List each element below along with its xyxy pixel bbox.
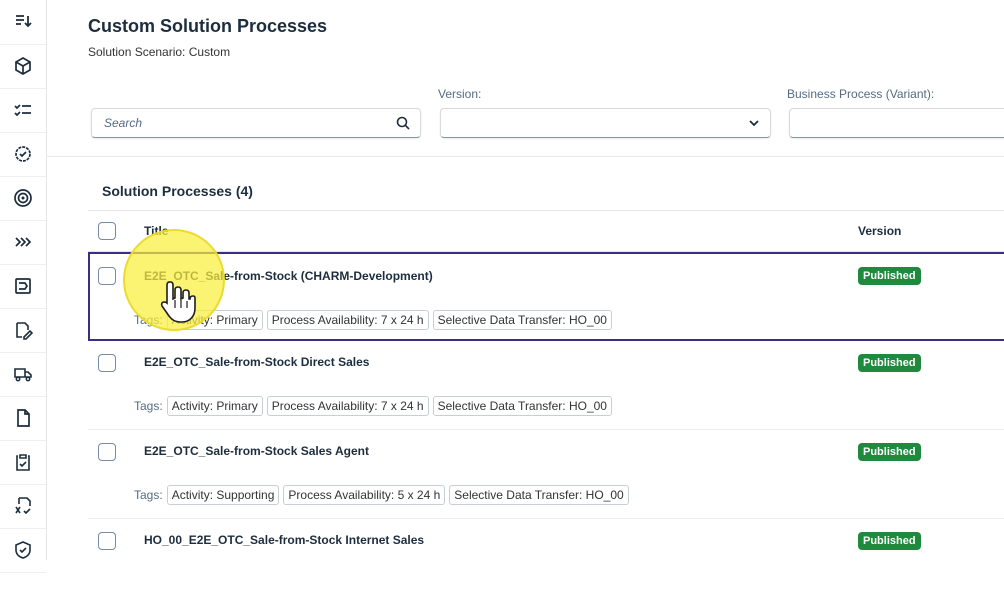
rail-item-shield[interactable] <box>0 528 46 573</box>
cube-icon <box>15 57 31 75</box>
rail-item-chevrons[interactable] <box>0 220 46 265</box>
filter-list-icon <box>16 15 32 28</box>
row-checkbox[interactable] <box>98 354 116 372</box>
search-input[interactable] <box>102 115 396 131</box>
status-badge: Published <box>858 354 921 372</box>
row-tags: Tags: Activity: Primary Process Availabi… <box>134 396 612 416</box>
tag-data-transfer[interactable]: Selective Data Transfer: HO_00 <box>432 310 612 330</box>
row-checkbox[interactable] <box>98 532 116 550</box>
status-badge: Published <box>858 443 921 461</box>
table-title: Solution Processes (4) <box>102 183 253 199</box>
version-label: Version: <box>438 87 482 101</box>
formula-check-icon <box>15 497 31 515</box>
rail-item-truck[interactable] <box>0 352 46 397</box>
row-tags: Tags: Activity: Supporting Process Avail… <box>134 485 629 505</box>
tag-activity[interactable]: Activity: Supporting <box>166 485 280 505</box>
status-badge: Published <box>858 267 921 285</box>
page-subtitle: Solution Scenario: Custom <box>88 45 231 59</box>
document-icon <box>17 409 30 427</box>
tag-data-transfer[interactable]: Selective Data Transfer: HO_00 <box>449 485 629 505</box>
status-badge: Published <box>858 532 921 550</box>
rail-item-badge[interactable] <box>0 132 46 177</box>
tag-data-transfer[interactable]: Selective Data Transfer: HO_00 <box>432 396 612 416</box>
search-icon[interactable] <box>396 116 410 130</box>
table-header-row: Title Version <box>88 210 1004 252</box>
search-field[interactable] <box>91 108 421 138</box>
rail-item-target[interactable] <box>0 176 46 221</box>
table-row[interactable]: E2E_OTC_Sale-from-Stock (CHARM-Developme… <box>88 252 1004 341</box>
shield-check-icon <box>15 541 31 559</box>
rail-item-filter[interactable] <box>0 0 46 45</box>
row-title[interactable]: E2E_OTC_Sale-from-Stock Sales Agent <box>144 444 369 458</box>
page-title: Custom Solution Processes <box>88 16 328 36</box>
row-title[interactable]: HO_00_E2E_OTC_Sale-from-Stock Internet S… <box>144 533 424 547</box>
tags-label: Tags: <box>134 399 163 413</box>
process-icon <box>15 278 31 294</box>
edit-document-icon <box>16 322 33 340</box>
section-divider <box>46 156 1004 157</box>
chevron-down-icon <box>749 120 759 127</box>
rail-item-clipboard[interactable] <box>0 440 46 485</box>
rail-item-document[interactable] <box>0 396 46 441</box>
tag-availability[interactable]: Process Availability: 5 x 24 h <box>283 485 446 505</box>
badge-check-icon <box>15 146 31 162</box>
row-checkbox[interactable] <box>98 267 116 285</box>
truck-icon <box>14 368 32 382</box>
rail-item-formula[interactable] <box>0 484 46 529</box>
tag-availability[interactable]: Process Availability: 7 x 24 h <box>266 396 429 416</box>
select-all-checkbox[interactable] <box>98 222 116 240</box>
rail-item-cube[interactable] <box>0 44 46 89</box>
hand-pointer-icon <box>160 281 196 323</box>
checklist-icon <box>14 104 31 117</box>
business-process-select[interactable] <box>789 108 1004 138</box>
table-row[interactable]: E2E_OTC_Sale-from-Stock Direct Sales Pub… <box>88 341 1004 430</box>
row-checkbox[interactable] <box>98 443 116 461</box>
rail-item-edit[interactable] <box>0 308 46 353</box>
target-icon <box>14 189 32 207</box>
table-row[interactable]: E2E_OTC_Sale-from-Stock Sales Agent Publ… <box>88 430 1004 519</box>
rail-item-process[interactable] <box>0 264 46 309</box>
row-title[interactable]: E2E_OTC_Sale-from-Stock Direct Sales <box>144 355 369 369</box>
business-process-label: Business Process (Variant): <box>787 87 935 101</box>
rail-item-checklist[interactable] <box>0 88 46 133</box>
tag-availability[interactable]: Process Availability: 7 x 24 h <box>266 310 429 330</box>
chevrons-right-icon <box>15 237 32 247</box>
side-navigation-rail <box>0 0 47 573</box>
tags-label: Tags: <box>134 488 163 502</box>
clipboard-check-icon <box>16 454 30 471</box>
column-header-version[interactable]: Version <box>858 224 901 238</box>
tag-activity[interactable]: Activity: Primary <box>166 396 263 416</box>
version-select[interactable] <box>440 108 771 138</box>
table-row[interactable]: HO_00_E2E_OTC_Sale-from-Stock Internet S… <box>88 519 1004 608</box>
